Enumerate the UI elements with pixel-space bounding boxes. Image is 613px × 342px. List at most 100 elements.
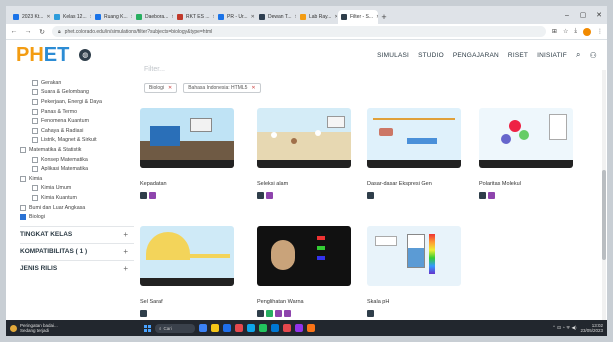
scrollbar-thumb[interactable]	[602, 170, 606, 260]
checkbox[interactable]	[32, 166, 38, 173]
profile-avatar[interactable]	[583, 27, 591, 36]
subject-filter-item[interactable]: Pekerjaan, Energi & Daya	[20, 97, 134, 107]
checkbox[interactable]	[32, 98, 38, 105]
filter-chip-biologi[interactable]: Biologi ✕	[144, 83, 178, 93]
close-tab-icon[interactable]: ✕	[213, 14, 214, 20]
checkbox[interactable]	[20, 204, 26, 211]
subject-filter-item[interactable]: Fenomena Kuantum	[20, 116, 134, 126]
close-window-button[interactable]: ✕	[591, 11, 607, 19]
user-icon[interactable]: ⚇	[590, 51, 597, 60]
filter-accordion[interactable]: TINGKAT KELAS +	[20, 225, 134, 243]
menu-studio[interactable]: STUDIO	[418, 52, 444, 59]
menu-inisiatif[interactable]: INISIATIF	[537, 52, 567, 59]
new-tab-button[interactable]: +	[379, 10, 389, 24]
close-tab-icon[interactable]: ✕	[251, 14, 255, 20]
checkbox[interactable]	[32, 108, 38, 115]
simulation-card[interactable]: Kepadatan	[140, 108, 234, 199]
simulation-thumbnail[interactable]	[367, 108, 461, 168]
simulation-thumbnail[interactable]	[140, 108, 234, 168]
filter-chip-bahasa[interactable]: Bahasa Indonesia: HTML5 ✕	[183, 83, 261, 93]
checkbox[interactable]	[20, 175, 26, 182]
browser-tab[interactable]: 2023 Kt... ✕	[10, 10, 50, 24]
close-tab-icon[interactable]: ✕	[376, 14, 378, 20]
simulation-thumbnail[interactable]	[257, 108, 351, 168]
simulation-title[interactable]: Skala pH	[367, 299, 461, 305]
checkbox[interactable]	[32, 156, 38, 163]
menu-simulasi[interactable]: SIMULASI	[377, 52, 409, 59]
minimize-button[interactable]: ‒	[559, 12, 575, 19]
page-scrollbar[interactable]	[602, 70, 606, 322]
translate-icon[interactable]: ⊞	[552, 28, 557, 35]
browser-tab[interactable]: Kelas 12...✕	[51, 10, 91, 24]
checkbox[interactable]	[32, 89, 38, 96]
checkbox[interactable]	[32, 127, 38, 134]
filter-accordion[interactable]: KOMPATIBILITAS ( 1 ) +	[20, 242, 134, 260]
browser-tab[interactable]: Dewan T...✕	[256, 10, 296, 24]
remove-filter-icon[interactable]: ✕	[251, 85, 255, 91]
subject-filter-item[interactable]: Kimia Kuantum	[20, 193, 134, 203]
windows-start-icon[interactable]	[144, 324, 151, 332]
simulation-title[interactable]: Seleksi alam	[257, 181, 351, 187]
simulation-thumbnail[interactable]	[140, 226, 234, 286]
subject-filter-item[interactable]: Kimia Umum	[20, 184, 134, 194]
browser-tab[interactable]: PR - Ur... ✕	[215, 10, 255, 24]
checkbox[interactable]	[20, 214, 26, 221]
taskbar-app-icon[interactable]	[295, 324, 303, 332]
taskbar-app-icon[interactable]	[247, 324, 255, 332]
close-tab-icon[interactable]: ✕	[295, 14, 296, 20]
simulation-title[interactable]: Sel Saraf	[140, 299, 234, 305]
taskbar-app-icon[interactable]	[223, 324, 231, 332]
reload-button[interactable]: ↻	[38, 28, 46, 36]
simulation-card[interactable]: Polaritas Molekul	[479, 108, 573, 199]
taskbar-app-icon[interactable]	[271, 324, 279, 332]
weather-widget[interactable]: Peringatan badai... Sedang terjadi	[10, 323, 100, 333]
menu-riset[interactable]: RISET	[508, 52, 528, 59]
taskbar-app-icon[interactable]	[211, 324, 219, 332]
clock[interactable]: 13:02 23/05/2023	[580, 323, 603, 333]
simulation-thumbnail[interactable]	[257, 226, 351, 286]
simulation-card[interactable]: Penglihatan Warna	[257, 226, 351, 317]
checkbox[interactable]	[32, 185, 38, 192]
download-icon[interactable]: ⤓	[574, 28, 577, 35]
taskbar-app-icon[interactable]	[235, 324, 243, 332]
bookmark-star-icon[interactable]: ☆	[563, 28, 568, 35]
browser-tab[interactable]: Lab Ray... ✕	[297, 10, 337, 24]
subject-filter-item[interactable]: Konsep Matematika	[20, 155, 134, 165]
checkbox[interactable]	[32, 79, 38, 86]
simulation-title[interactable]: Dasar-dasar Ekspresi Gen	[367, 181, 461, 187]
search-icon[interactable]: ⌕	[576, 50, 581, 60]
browser-tab[interactable]: Ruang K...✕	[92, 10, 132, 24]
subject-filter-item[interactable]: Suara & Gelombang	[20, 88, 134, 98]
language-globe-icon[interactable]: ◍	[79, 49, 92, 61]
taskbar-app-icon[interactable]	[283, 324, 291, 332]
simulation-thumbnail[interactable]	[479, 108, 573, 168]
checkbox[interactable]	[20, 146, 26, 153]
browser-tab[interactable]: Filter - S...✕	[338, 10, 378, 24]
forward-button[interactable]: →	[24, 28, 32, 35]
taskbar-app-icon[interactable]	[307, 324, 315, 332]
simulation-card[interactable]: Sel Saraf	[140, 226, 234, 317]
subject-filter-item[interactable]: Matematika & Statistik	[20, 145, 134, 155]
back-button[interactable]: ←	[10, 28, 18, 35]
subject-filter-item[interactable]: Biologi	[20, 212, 134, 222]
simulation-card[interactable]: Skala pH	[367, 226, 461, 317]
filter-search-input[interactable]: Filter...	[144, 66, 165, 73]
close-tab-icon[interactable]: ✕	[171, 14, 173, 20]
taskbar-app-icon[interactable]	[259, 324, 267, 332]
simulation-card[interactable]: Seleksi alam	[257, 108, 351, 199]
menu-pengajaran[interactable]: PENGAJARAN	[453, 52, 499, 59]
close-tab-icon[interactable]: ✕	[90, 14, 91, 20]
subject-filter-item[interactable]: Listrik, Magnet & Sirkuit	[20, 136, 134, 146]
remove-filter-icon[interactable]: ✕	[168, 85, 172, 91]
close-tab-icon[interactable]: ✕	[131, 14, 132, 20]
subject-filter-item[interactable]: Bumi dan Luar Angkasa	[20, 203, 134, 213]
subject-filter-item[interactable]: Kimia	[20, 174, 134, 184]
browser-tab[interactable]: Daebora...✕	[133, 10, 173, 24]
filter-accordion[interactable]: JENIS RILIS +	[20, 259, 134, 277]
checkbox[interactable]	[32, 194, 38, 201]
simulation-thumbnail[interactable]	[367, 226, 461, 286]
subject-filter-item[interactable]: Aplikasi Matematika	[20, 164, 134, 174]
browser-menu-icon[interactable]: ⋮	[597, 28, 603, 35]
simulation-title[interactable]: Kepadatan	[140, 181, 234, 187]
taskbar-search[interactable]: ⌕ Cari	[155, 323, 195, 333]
